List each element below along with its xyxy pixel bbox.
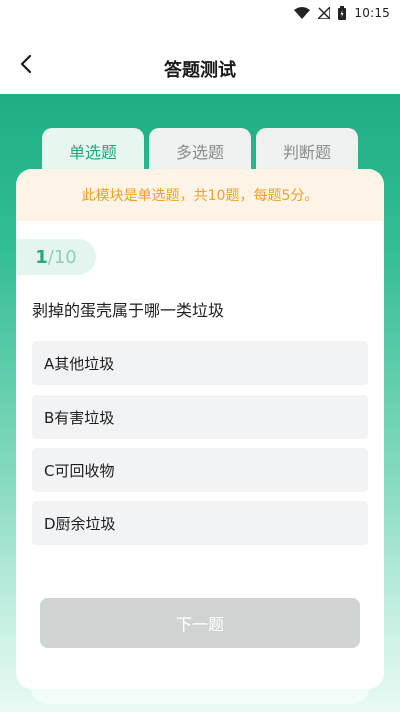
question-card: 此模块是单选题，共10题，每题5分。 1 / 10 剥掉的蛋壳属于哪一类垃圾 A… (16, 169, 384, 689)
progress-total: 10 (53, 246, 77, 268)
no-signal-icon (318, 7, 331, 19)
next-question-button[interactable]: 下一题 (40, 598, 360, 648)
answer-option-d[interactable]: D厨余垃圾 (32, 501, 368, 545)
status-icons: 10:15 (294, 4, 390, 22)
tab-multiple-choice[interactable]: 多选题 (149, 128, 251, 174)
progress-indicator: 1 / 10 (16, 239, 96, 275)
answer-option-b[interactable]: B有害垃圾 (32, 395, 368, 439)
page-title: 答题测试 (164, 60, 236, 81)
question-text: 剥掉的蛋壳属于哪一类垃圾 (32, 301, 225, 320)
answer-option-a[interactable]: A其他垃圾 (32, 341, 368, 385)
progress-current: 1 (35, 246, 48, 268)
nav-bar: 答题测试 (0, 26, 400, 94)
battery-icon (338, 6, 347, 20)
tab-true-false[interactable]: 判断题 (256, 128, 358, 174)
tab-single-choice[interactable]: 单选题 (42, 128, 144, 174)
question-type-tabs: 单选题 多选题 判断题 (42, 128, 358, 174)
wifi-icon (294, 7, 311, 19)
status-time: 10:15 (354, 6, 390, 20)
module-notice: 此模块是单选题，共10题，每题5分。 (16, 169, 384, 221)
status-bar: 10:15 (0, 0, 400, 26)
answer-option-c[interactable]: C可回收物 (32, 448, 368, 492)
